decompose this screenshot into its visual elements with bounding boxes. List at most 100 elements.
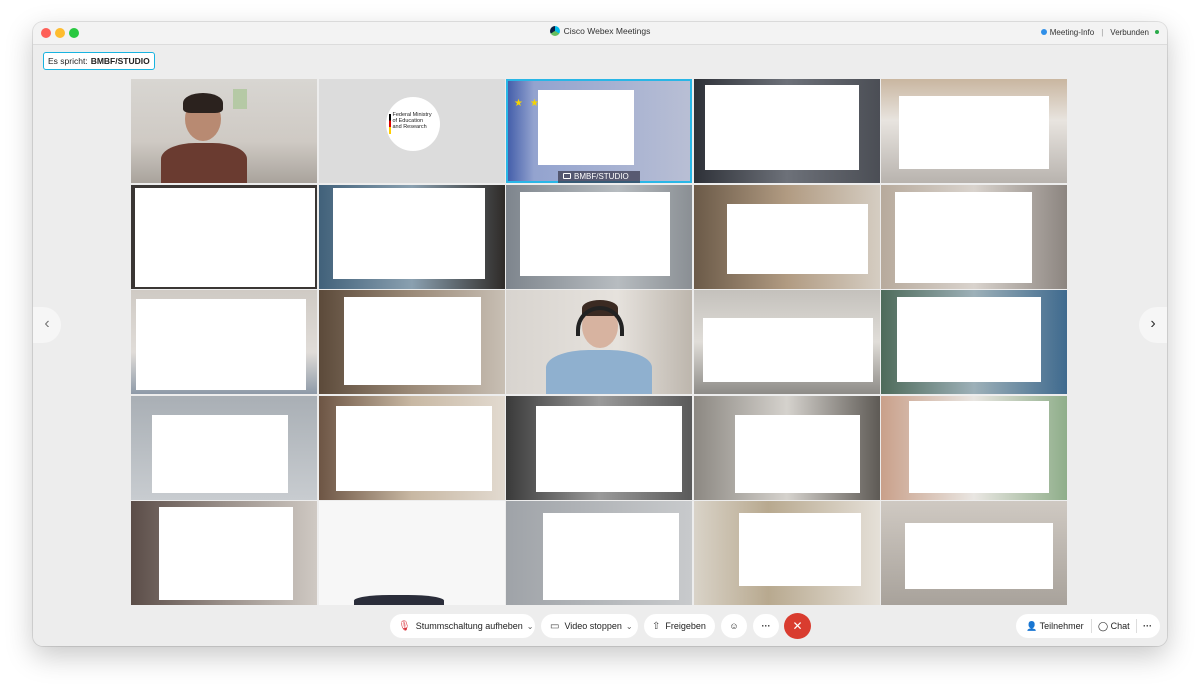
title-separator: | (1101, 28, 1104, 37)
video-tile[interactable] (693, 184, 880, 289)
redacted-block (704, 85, 859, 170)
connection-status: Verbunden (1110, 28, 1149, 37)
stop-video-label: Video stoppen (564, 621, 622, 631)
stop-video-button[interactable]: ▭ Video stoppen ⌄ (541, 614, 638, 638)
video-tile[interactable] (318, 501, 505, 605)
participant-body (161, 143, 247, 183)
redacted-block (738, 513, 861, 586)
participant-body (546, 350, 652, 394)
video-grid: Federal Ministry of Education and Resear… (131, 79, 1067, 605)
video-tile[interactable] (318, 184, 505, 289)
german-flag-icon (388, 114, 391, 134)
redacted-block (909, 400, 1049, 493)
panel-controls: 👤 Teilnehmer ◯ Chat ··· (1016, 614, 1160, 638)
video-tile[interactable] (318, 290, 505, 394)
video-tile[interactable] (693, 395, 880, 500)
chevron-down-icon[interactable]: ⌄ (527, 622, 534, 631)
video-tile[interactable] (881, 395, 1067, 500)
unmute-button[interactable]: 🎙 Stummschaltung aufheben ⌄ (390, 614, 535, 638)
smiley-icon: ☺ (729, 621, 739, 631)
next-page-button[interactable]: › (1139, 307, 1167, 343)
participant-body (353, 595, 444, 605)
unmute-label: Stummschaltung aufheben (415, 621, 523, 631)
eu-star-icon: ★ (514, 98, 523, 109)
redacted-block (905, 523, 1053, 589)
video-tile-active-speaker[interactable]: ★ ★ BMBF/STUDIO (506, 79, 692, 183)
video-tile[interactable] (131, 395, 317, 500)
participants-button[interactable]: 👤 Teilnehmer (1026, 614, 1084, 638)
meeting-controls-bar: 🎙 Stummschaltung aufheben ⌄ ▭ Video stoppen… (33, 606, 1167, 646)
close-icon: ✕ (792, 619, 803, 633)
chat-bubble-icon: ◯ (1098, 621, 1109, 631)
redacted-block (136, 299, 306, 390)
redacted-block (895, 191, 1032, 283)
video-tile[interactable] (131, 184, 317, 289)
logo-line-3: and Research (392, 124, 427, 130)
share-icon: ⇧ (652, 621, 661, 632)
speaker-name: BMBF/STUDIO (90, 56, 150, 66)
video-tile[interactable] (693, 501, 880, 605)
video-tile[interactable] (881, 79, 1067, 183)
participant-name: BMBF/STUDIO (574, 172, 629, 181)
video-tile[interactable] (131, 501, 317, 605)
window-title-area: Cisco Webex Meetings (33, 26, 1167, 36)
participant-name-tag: BMBF/STUDIO (558, 171, 640, 183)
redacted-block (135, 187, 315, 287)
microphone-muted-icon: 🎙 (398, 621, 411, 632)
chevron-right-icon: › (1150, 315, 1156, 332)
redacted-block (536, 405, 682, 492)
video-tile[interactable] (506, 290, 692, 394)
bmbf-logo-text: Federal Ministry of Education and Resear… (393, 112, 437, 130)
panel-more-button[interactable]: ··· (1143, 614, 1152, 638)
video-tile[interactable] (506, 395, 692, 500)
video-tile[interactable] (506, 501, 692, 605)
meeting-info-button[interactable]: Meeting-Info (1040, 28, 1095, 37)
video-tile[interactable] (131, 290, 317, 394)
video-tile[interactable] (131, 79, 317, 183)
chevron-left-icon: ‹ (44, 315, 50, 332)
chat-button[interactable]: ◯ Chat (1098, 614, 1130, 638)
redacted-block (726, 203, 868, 274)
divider (1136, 619, 1137, 633)
chevron-down-icon[interactable]: ⌄ (626, 622, 633, 631)
participants-label: Teilnehmer (1039, 621, 1084, 631)
video-tile[interactable] (693, 290, 880, 394)
redacted-block (159, 507, 293, 600)
more-options-button[interactable]: ··· (753, 614, 779, 638)
more-icon: ··· (1143, 621, 1152, 631)
redacted-block (152, 414, 288, 493)
video-tile[interactable] (318, 395, 505, 500)
chat-label: Chat (1110, 621, 1130, 631)
video-tile[interactable] (881, 290, 1067, 394)
speaker-label: Es spricht: (48, 56, 88, 66)
redacted-block (343, 297, 481, 385)
video-tile[interactable] (881, 501, 1067, 605)
divider (1091, 619, 1092, 633)
previous-page-button[interactable]: ‹ (33, 307, 61, 343)
meeting-info-label: Meeting-Info (1049, 28, 1095, 37)
redacted-block (332, 187, 485, 279)
video-tile[interactable] (506, 184, 692, 289)
redacted-block (538, 90, 634, 165)
title-right-area: Meeting-Info | Verbunden (1040, 28, 1159, 37)
info-icon (1040, 29, 1047, 35)
leave-meeting-button[interactable]: ✕ (784, 613, 811, 639)
video-tile[interactable] (693, 79, 880, 183)
webex-logo-icon (549, 26, 560, 36)
video-tile[interactable]: Federal Ministry of Education and Resear… (318, 79, 505, 183)
redacted-block (702, 318, 873, 382)
more-icon: ··· (761, 621, 771, 631)
redacted-block (543, 513, 679, 600)
bmbf-logo: Federal Ministry of Education and Resear… (385, 97, 440, 151)
redacted-block (897, 297, 1041, 382)
video-tile[interactable] (881, 184, 1067, 289)
reactions-button[interactable]: ☺ (721, 614, 747, 638)
window-title: Cisco Webex Meetings (563, 26, 651, 36)
participant-hair (183, 93, 223, 113)
redacted-block (734, 414, 860, 493)
share-label: Freigeben (665, 621, 706, 631)
camera-icon (563, 173, 571, 179)
wall-poster (233, 89, 247, 109)
active-speaker-indicator: Es spricht: BMBF/STUDIO (43, 52, 155, 70)
share-button[interactable]: ⇧ Freigeben (644, 614, 715, 638)
